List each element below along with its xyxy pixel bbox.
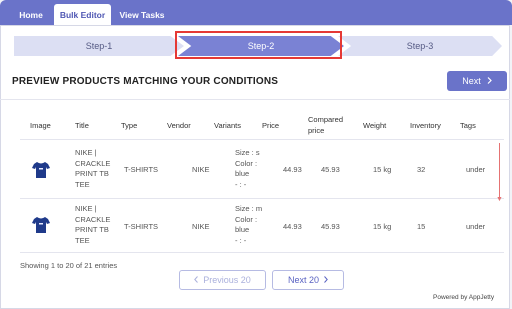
tab-bulk-editor[interactable]: Bulk Editor [54,4,111,25]
product-price: 44.93 [283,165,302,174]
chevron-left-icon [194,275,199,285]
product-vendor: NIKE [192,165,210,174]
previous-page-button[interactable]: Previous 20 [179,270,266,290]
step-1-label: Step-1 [85,41,113,51]
header-divider [20,139,504,140]
product-title: NIKE | CRACKLE PRINT TB TEE [75,148,111,189]
tshirt-thumbnail[interactable] [31,160,51,180]
product-compared-price: 45.93 [321,165,340,174]
col-header-weight: Weight [363,121,387,130]
product-type: T-SHIRTS [124,222,159,231]
powered-by-text: Powered by AppJetty [433,294,495,301]
col-header-price: Price [262,121,280,130]
variant-extra: - : - [235,179,247,189]
product-inventory: 15 [417,222,426,231]
variant-color-value: blue [235,225,250,234]
col-header-vendor: Vendor [167,121,191,130]
col-header-compared-price: Compared price [308,115,344,135]
tab-view-tasks[interactable]: View Tasks [114,4,170,25]
step-3-label: Step-3 [406,41,434,51]
next-button[interactable]: Next [447,71,507,91]
tshirt-thumbnail[interactable] [31,215,51,235]
current-step-highlight [175,31,342,59]
previous-page-label: Previous 20 [203,275,251,285]
col-header-image: Image [30,121,51,130]
col-header-tags: Tags [460,121,476,130]
entries-count: Showing 1 to 20 of 21 entries [20,261,118,270]
next-page-label: Next 20 [287,275,320,285]
product-compared-price: 45.93 [321,222,340,231]
top-nav-bar: Home Bulk Editor View Tasks [0,0,512,25]
variant-size: Size : m [235,204,263,213]
variant-color-value: blue [235,169,250,178]
chevron-right-icon [324,275,328,285]
product-variants: Size : m Color : blue - : - [235,204,262,246]
product-inventory: 32 [417,165,426,174]
variant-size: Size : s [235,148,260,157]
scroll-down-arrow-icon[interactable]: ▼ [496,196,503,203]
product-variants: Size : s Color : blue - : - [235,148,260,190]
page-title: PREVIEW PRODUCTS MATCHING YOUR CONDITION… [12,76,279,87]
product-type: T-SHIRTS [124,165,159,174]
row-divider [20,252,504,253]
step-3[interactable]: Step-3 [338,36,502,56]
chevron-right-icon [487,76,492,86]
next-button-label: Next [462,76,481,86]
tab-home[interactable]: Home [9,4,53,25]
variant-color: Color : [235,214,258,224]
next-page-button[interactable]: Next 20 [272,270,344,290]
col-header-type: Type [121,121,138,130]
product-tags: under [466,165,486,174]
product-vendor: NIKE [192,222,210,231]
row-divider [20,198,504,199]
variant-extra: - : - [235,235,247,245]
product-weight: 15 kg [373,165,392,174]
product-price: 44.93 [283,222,302,231]
product-weight: 15 kg [373,222,392,231]
col-header-inventory: Inventory [410,121,441,130]
product-tags: under [466,222,486,231]
scrollbar-track[interactable] [499,143,500,197]
col-header-title: Title [75,121,89,130]
product-title: NIKE | CRACKLE PRINT TB TEE [75,204,111,245]
col-header-variants: Variants [214,121,241,130]
variant-color: Color : [235,158,258,168]
section-divider [0,99,510,100]
step-1[interactable]: Step-1 [14,36,184,56]
